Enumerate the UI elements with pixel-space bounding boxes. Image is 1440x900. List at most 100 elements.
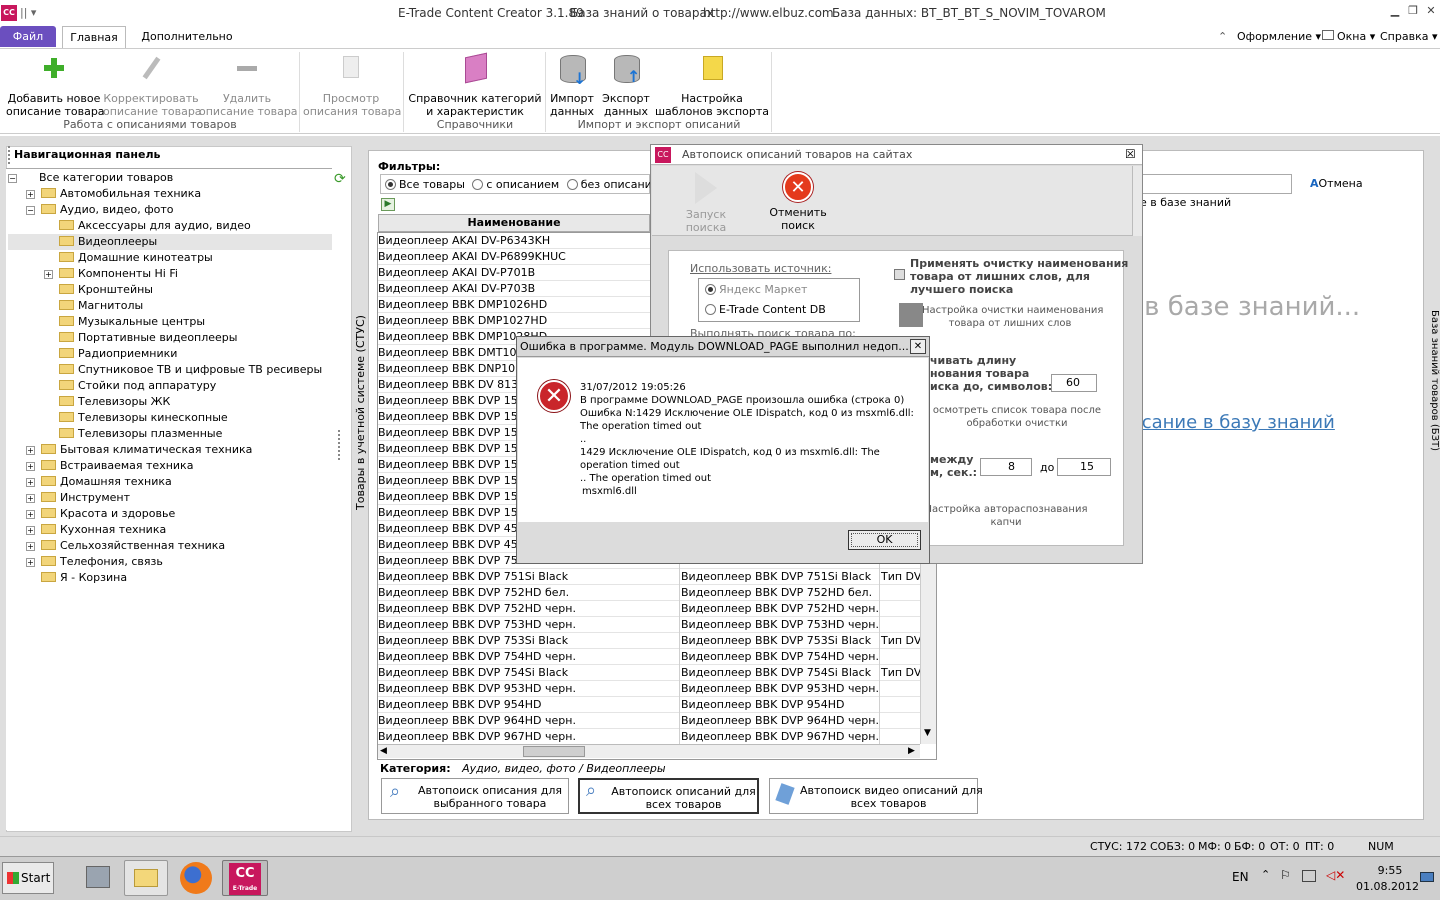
tree-item[interactable]: + Инструмент bbox=[8, 490, 332, 506]
grid-horizontal-scrollbar[interactable]: ◀ ▶ bbox=[378, 744, 920, 758]
tree-item[interactable]: Я - Корзина bbox=[8, 570, 332, 586]
autosearch-video-button[interactable]: Автопоиск видео описаний для всех товаро… bbox=[769, 778, 983, 814]
tree-item[interactable]: Стойки под аппаратуру bbox=[8, 378, 332, 394]
expand-icon[interactable]: + bbox=[26, 446, 35, 455]
table-row[interactable]: Видеоплеер BBK DVP 954HD Видеоплеер BBK D… bbox=[378, 697, 920, 713]
tree-item[interactable]: Аксессуары для аудио, видео bbox=[8, 218, 332, 234]
tree-item[interactable]: + Бытовая климатическая техника bbox=[8, 442, 332, 458]
expand-icon[interactable]: + bbox=[26, 542, 35, 551]
captcha-settings-link[interactable]: Настройка автораспознавания капчи bbox=[924, 503, 1088, 529]
tray-expand-icon[interactable]: ⌃ bbox=[1261, 868, 1270, 881]
error-close-button[interactable]: ✕ bbox=[910, 339, 926, 354]
clock-date[interactable]: 01.08.2012 bbox=[1356, 880, 1419, 893]
firefox-icon[interactable] bbox=[176, 860, 216, 896]
clean-settings-icon[interactable] bbox=[899, 303, 923, 327]
close-button[interactable]: ✕ bbox=[1424, 4, 1438, 18]
table-row[interactable]: Видеоплеер BBK DVP 753HD черн. Видеоплеер… bbox=[378, 617, 920, 633]
tree-item[interactable]: Телевизоры ЖК bbox=[8, 394, 332, 410]
tree-item[interactable]: Телевизоры плазменные bbox=[8, 426, 332, 442]
cancel-search-button[interactable]: ✕ Отменить поиск bbox=[752, 170, 844, 232]
refresh-icon[interactable]: ⟳ bbox=[334, 172, 348, 186]
hscroll-thumb[interactable] bbox=[523, 746, 585, 757]
expand-icon[interactable]: + bbox=[26, 526, 35, 535]
flag-icon[interactable]: ⚐ bbox=[1280, 868, 1291, 882]
tree-item[interactable]: Кронштейны bbox=[8, 282, 332, 298]
tree-item[interactable]: + Телефония, связь bbox=[8, 554, 332, 570]
kb-cancel-button[interactable]: AОтмена bbox=[1310, 177, 1363, 190]
tree-item[interactable]: − Все категории товаров bbox=[8, 170, 332, 186]
clean-settings-link[interactable]: Настройка очистки наименования товара от… bbox=[922, 304, 1103, 330]
tree-item[interactable]: Телевизоры кинескопные bbox=[8, 410, 332, 426]
kb-side-tab[interactable]: База знаний товаров (БЗТ) bbox=[1424, 310, 1440, 460]
source-yandex-radio[interactable]: Яндекс Маркет bbox=[705, 283, 807, 296]
autosearch-selected-button[interactable]: ⌕ Автопоиск описания для выбранного това… bbox=[381, 778, 569, 814]
tree-item[interactable]: + Автомобильная техника bbox=[8, 186, 332, 202]
scroll-right-icon[interactable]: ▶ bbox=[908, 746, 915, 756]
expand-icon[interactable]: + bbox=[26, 462, 35, 471]
tree-item[interactable]: Магнитолы bbox=[8, 298, 332, 314]
collapse-ribbon-icon[interactable]: ⌃ bbox=[1218, 30, 1227, 43]
computer-icon[interactable] bbox=[78, 860, 118, 896]
tab-extra[interactable]: Дополнительно bbox=[132, 26, 242, 48]
expand-icon[interactable]: + bbox=[26, 558, 35, 567]
delete-description-button[interactable]: Удалить описание товара bbox=[199, 52, 298, 118]
tab-file[interactable]: Файл bbox=[0, 26, 56, 47]
explorer-icon[interactable] bbox=[124, 860, 168, 896]
kb-search-input[interactable] bbox=[1140, 174, 1292, 194]
start-button[interactable]: Start bbox=[2, 862, 54, 894]
collapse-icon[interactable]: − bbox=[8, 174, 17, 183]
minimize-button[interactable]: ▁ bbox=[1388, 4, 1402, 18]
menu-design[interactable]: Оформление ▾ bbox=[1237, 30, 1321, 43]
export-button[interactable]: ↑ Экспорт данных bbox=[602, 52, 650, 118]
filter-with-radio[interactable]: с описанием bbox=[472, 178, 559, 191]
delay-to-input[interactable]: 15 bbox=[1057, 458, 1111, 476]
import-button[interactable]: ↓ Импорт данных bbox=[548, 52, 596, 118]
filter-all-radio[interactable]: Все товары bbox=[385, 178, 465, 191]
table-row[interactable]: Видеоплеер BBK DVP 964HD черн. Видеоплеер… bbox=[378, 713, 920, 729]
tree-item[interactable]: Радиоприемники bbox=[8, 346, 332, 362]
menu-windows[interactable]: Окна ▾ bbox=[1322, 30, 1375, 43]
start-search-button[interactable]: Запуск поиска bbox=[664, 170, 748, 234]
restore-button[interactable]: ❐ bbox=[1406, 4, 1420, 18]
grid-header-name[interactable]: Наименование bbox=[378, 214, 650, 232]
expand-icon[interactable]: + bbox=[26, 190, 35, 199]
autosearch-all-button[interactable]: ⌕ Автопоиск описаний для всех товаров bbox=[578, 778, 759, 814]
export-grid-icon[interactable]: ▶ bbox=[381, 198, 395, 211]
table-row[interactable]: Видеоплеер BBK DVP 953HD черн. Видеоплеер… bbox=[378, 681, 920, 697]
scroll-left-icon[interactable]: ◀ bbox=[380, 746, 387, 756]
limit-length-input[interactable]: 60 bbox=[1051, 374, 1097, 392]
show-desktop-icon[interactable] bbox=[1420, 872, 1434, 882]
tree-item[interactable]: + Сельхозяйственная техника bbox=[8, 538, 332, 554]
app-icon[interactable]: CC bbox=[1, 5, 17, 21]
table-row[interactable]: Видеоплеер BBK DVP 754HD черн. Видеоплеер… bbox=[378, 649, 920, 665]
export-templates-button[interactable]: Настройка шаблонов экспорта bbox=[654, 52, 770, 118]
table-row[interactable]: Видеоплеер BBK DVP 754Si Black Видеоплеер… bbox=[378, 665, 920, 681]
table-row[interactable]: Видеоплеер BBK DVP 967HD черн. Видеоплеер… bbox=[378, 729, 920, 745]
tree-item[interactable]: − Аудио, видео, фото bbox=[8, 202, 332, 218]
volume-muted-icon[interactable]: ◁✕ bbox=[1326, 868, 1345, 882]
stus-side-tab[interactable]: Товары в учетной системе (СТУС) bbox=[354, 315, 368, 510]
delay-from-input[interactable]: 8 bbox=[980, 458, 1032, 476]
kb-add-link[interactable]: исание в базу знаний bbox=[1130, 412, 1335, 433]
catalog-button[interactable]: Справочник категорий и характеристик bbox=[406, 52, 544, 118]
table-row[interactable]: Видеоплеер BBK DVP 751Si Black Видеоплеер… bbox=[378, 569, 920, 585]
expand-icon[interactable]: + bbox=[26, 494, 35, 503]
collapse-icon[interactable]: − bbox=[26, 206, 35, 215]
panel-grip-icon[interactable] bbox=[8, 146, 11, 164]
tree-item[interactable]: + Встраиваемая техника bbox=[8, 458, 332, 474]
filter-without-radio[interactable]: без описания bbox=[566, 178, 658, 191]
source-etrade-radio[interactable]: E-Trade Content DB bbox=[705, 303, 826, 316]
etrade-taskbar-button[interactable]: CC E-Trade bbox=[222, 860, 268, 896]
tree-item[interactable]: + Домашняя техника bbox=[8, 474, 332, 490]
clock-time[interactable]: 9:55 bbox=[1370, 864, 1410, 877]
tree-item[interactable]: + Компоненты Hi Fi bbox=[8, 266, 332, 282]
splitter-grip[interactable] bbox=[338, 430, 341, 460]
close-icon[interactable]: ☒ bbox=[1125, 147, 1136, 161]
tree-item[interactable]: + Кухонная техника bbox=[8, 522, 332, 538]
tree-item[interactable]: + Красота и здоровье bbox=[8, 506, 332, 522]
view-description-button[interactable]: Просмотр описания товара bbox=[303, 52, 401, 118]
edit-description-button[interactable]: Корректировать описание товара bbox=[103, 52, 202, 118]
tree-item[interactable]: Спутниковое ТВ и цифровые ТВ ресиверы bbox=[8, 362, 332, 378]
tree-item[interactable]: Домашние кинотеатры bbox=[8, 250, 332, 266]
tree-item[interactable]: Музыкальные центры bbox=[8, 314, 332, 330]
